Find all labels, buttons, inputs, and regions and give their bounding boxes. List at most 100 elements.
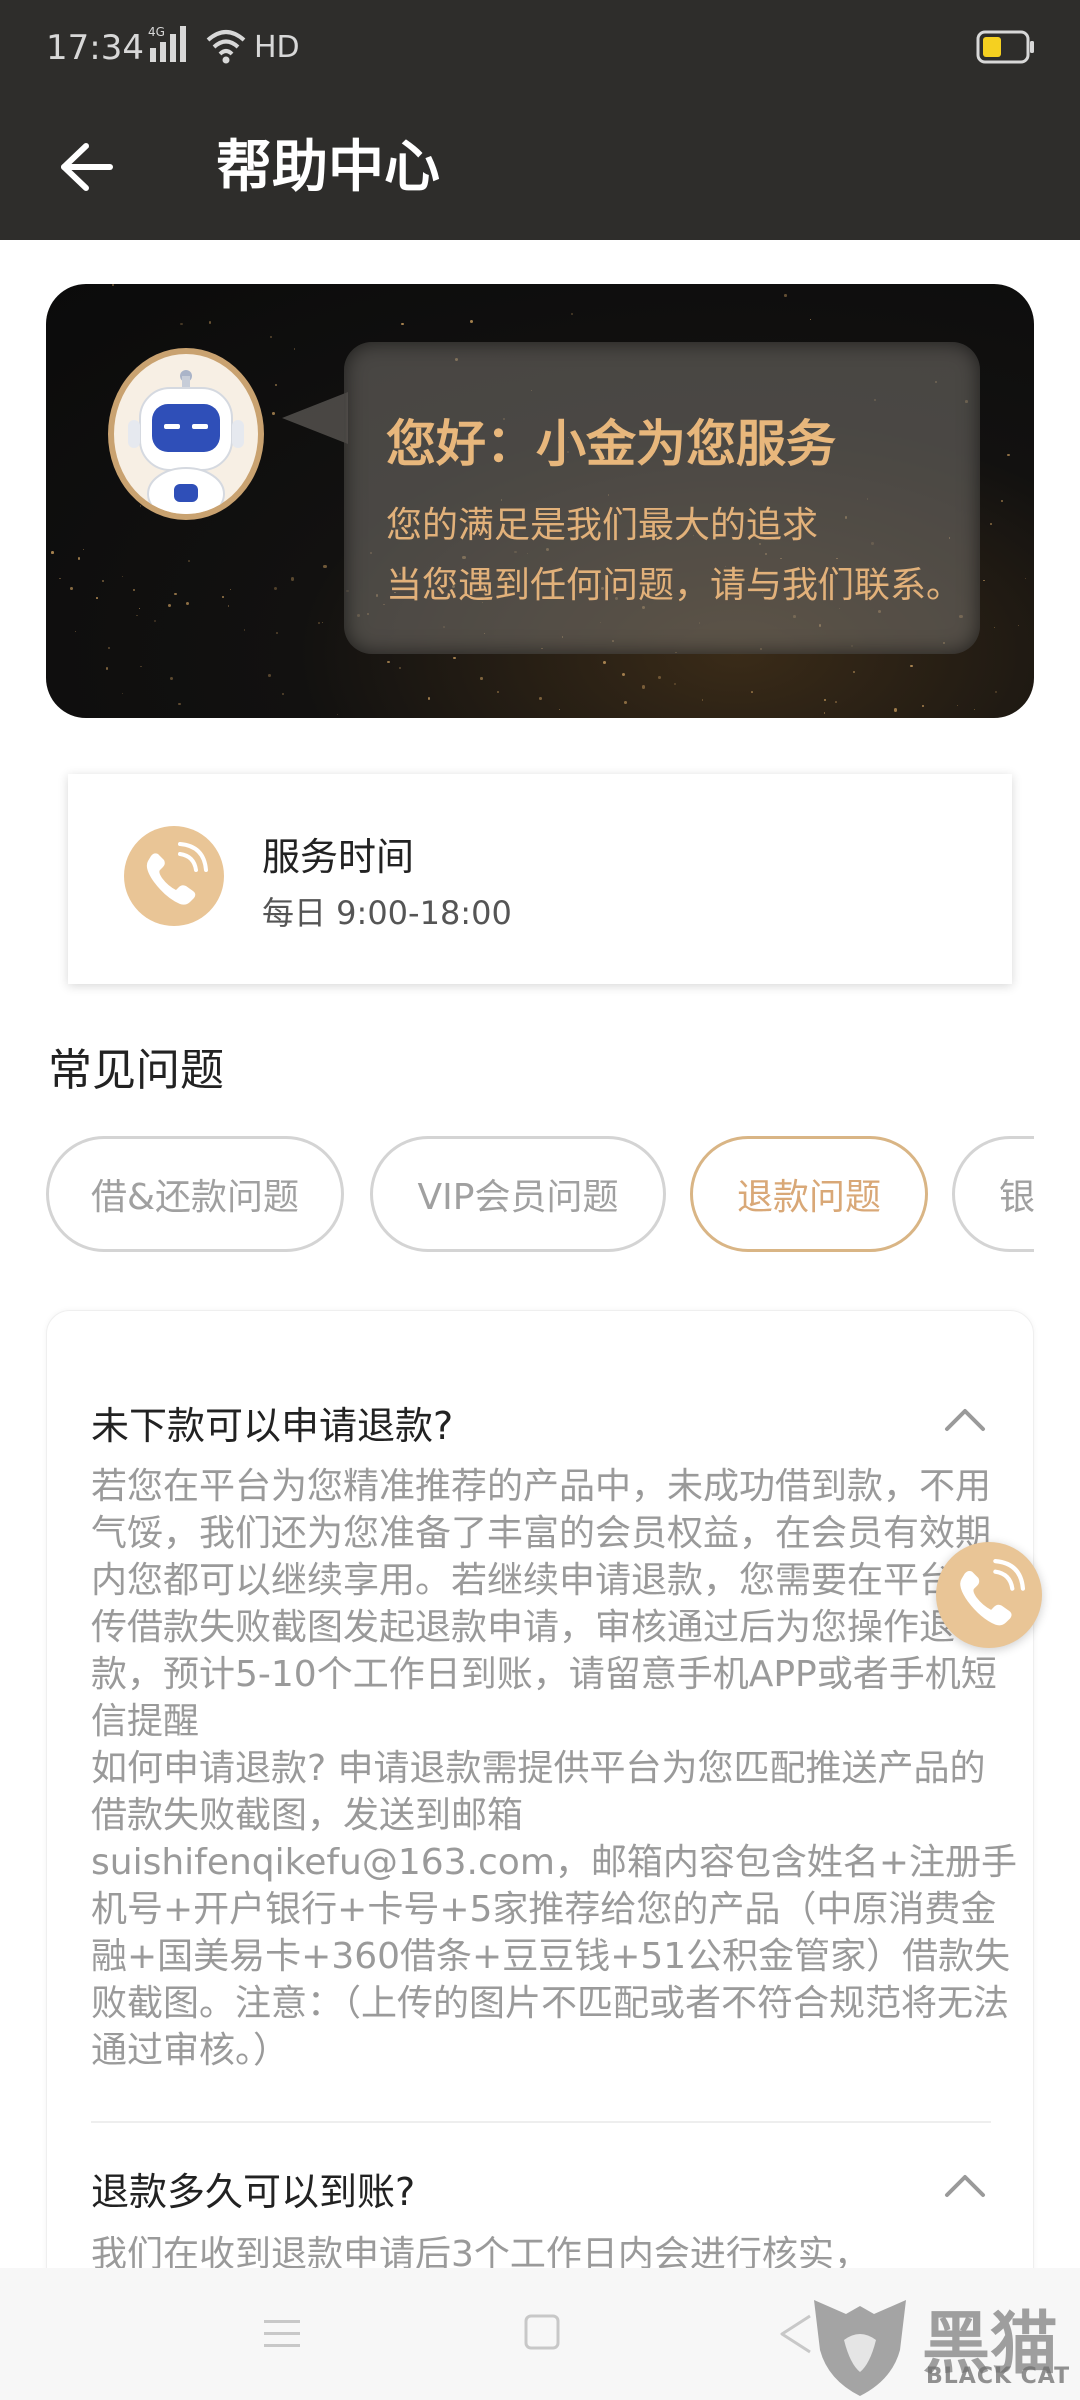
black-cat-watermark: 黑猫 BLACK CAT bbox=[800, 2280, 1080, 2400]
sparkle-dot bbox=[909, 664, 913, 668]
sparkle-dot bbox=[469, 320, 473, 324]
sparkle-dot bbox=[995, 691, 997, 693]
wifi-icon bbox=[206, 30, 246, 64]
sparkle-dot bbox=[74, 630, 77, 633]
chevron-up-icon[interactable] bbox=[941, 2169, 989, 2201]
tab-borrow-repay[interactable]: 借&还款问题 bbox=[46, 1136, 344, 1252]
svg-text:4G: 4G bbox=[148, 25, 165, 39]
sparkle-dot bbox=[322, 621, 324, 624]
floating-call-button[interactable] bbox=[936, 1542, 1042, 1648]
sparkle-dot bbox=[784, 294, 787, 297]
sparkle-dot bbox=[169, 676, 173, 680]
menu-icon[interactable] bbox=[262, 2314, 302, 2354]
faq-heading: 常见问题 bbox=[48, 1045, 224, 1096]
sparkle-dot bbox=[559, 708, 561, 710]
sparkle-dot bbox=[122, 692, 124, 694]
sparkle-dot bbox=[275, 632, 278, 635]
sparkle-dot bbox=[922, 704, 925, 707]
sparkle-dot bbox=[136, 614, 139, 617]
sparkle-dot bbox=[293, 348, 296, 350]
faq-divider bbox=[91, 2121, 991, 2123]
service-hours-card[interactable]: 服务时间 每日 9:00-18:00 bbox=[68, 774, 1012, 984]
sparkle-dot bbox=[957, 704, 959, 706]
sparkle-dot bbox=[702, 699, 704, 701]
phone-icon bbox=[960, 1558, 1026, 1626]
sparkle-dot bbox=[178, 702, 181, 706]
sparkle-dot bbox=[208, 321, 212, 325]
sparkle-dot bbox=[823, 698, 827, 702]
speech-bubble-tail bbox=[282, 392, 348, 444]
faq-answer-1: 若您在平台为您精准推荐的产品中，未成功借到款，不用气馁，我们还为您准备了丰富的会… bbox=[91, 1466, 1018, 2071]
sparkle-dot bbox=[427, 697, 431, 700]
sparkle-dot bbox=[823, 712, 826, 714]
robot-avatar-icon-graphic bbox=[128, 370, 244, 514]
sparkle-dot bbox=[77, 556, 81, 560]
sparkle-dot bbox=[269, 335, 273, 339]
tab-refund[interactable]: 退款问题 bbox=[690, 1136, 928, 1252]
faq-question-1[interactable]: 未下款可以申请退款? bbox=[91, 1395, 453, 1450]
sparkle-dot bbox=[1001, 499, 1004, 502]
sparkle-dot bbox=[281, 693, 284, 696]
sparkle-dot bbox=[809, 318, 812, 321]
sparkle-dot bbox=[750, 690, 753, 693]
sparkle-dot bbox=[51, 551, 54, 554]
banner-line-2: 当您遇到任何问题，请与我们联系。 bbox=[386, 565, 963, 606]
battery-icon bbox=[976, 30, 1034, 64]
home-square-icon[interactable] bbox=[522, 2312, 562, 2352]
sparkle-dot bbox=[188, 560, 190, 563]
chevron-up-icon[interactable] bbox=[941, 1403, 989, 1435]
sparkle-dot bbox=[323, 564, 327, 569]
sparkle-dot bbox=[243, 628, 246, 631]
faq-list: 未下款可以申请退款? 若您在平台为您精准推荐的产品中，未成功借到款，不用气馁，我… bbox=[46, 1310, 1034, 2400]
faq-question-2[interactable]: 退款多久可以到账? bbox=[91, 2161, 415, 2216]
sparkle-dot bbox=[624, 701, 628, 705]
sparkle-dot bbox=[853, 670, 856, 673]
sparkle-dot bbox=[185, 602, 190, 606]
sparkle-dot bbox=[274, 383, 278, 386]
robot-avatar-icon bbox=[108, 348, 264, 520]
sparkle-dot bbox=[108, 647, 111, 650]
sparkle-dot bbox=[230, 588, 232, 590]
sparkle-dot bbox=[222, 595, 225, 598]
sparkle-dot bbox=[70, 586, 73, 590]
sparkle-dot bbox=[453, 656, 456, 660]
status-time: 17:34 bbox=[46, 28, 144, 68]
sparkle-dot bbox=[105, 667, 108, 670]
status-bar: 17:34 4G HD bbox=[0, 0, 1080, 96]
sparkle-dot bbox=[657, 676, 661, 679]
tab-bank[interactable]: 银 bbox=[952, 1136, 1034, 1252]
banner-line-1: 您的满足是我们最大的追求 bbox=[386, 505, 819, 546]
sparkle-dot bbox=[318, 621, 321, 624]
sparkle-dot bbox=[268, 674, 271, 678]
sparkle-dot bbox=[96, 597, 99, 600]
sparkle-dot bbox=[602, 661, 606, 664]
sparkle-dot bbox=[133, 588, 136, 592]
sparkle-dot bbox=[990, 522, 993, 525]
sparkle-dot bbox=[673, 683, 676, 686]
sparkle-dot bbox=[973, 708, 976, 710]
arrow-left-icon[interactable] bbox=[52, 134, 118, 200]
sparkle-dot bbox=[82, 548, 84, 550]
watermark-text-en: BLACK CAT bbox=[926, 2364, 1071, 2389]
service-hours: 每日 9:00-18:00 bbox=[262, 894, 512, 932]
sparkle-dot bbox=[168, 604, 172, 608]
sparkle-dot bbox=[570, 312, 574, 316]
sparkle-dot bbox=[983, 579, 985, 582]
tab-vip[interactable]: VIP会员问题 bbox=[370, 1136, 666, 1252]
cat-shield-logo-icon bbox=[814, 2300, 906, 2396]
sparkle-dot bbox=[139, 505, 142, 508]
sparkle-dot bbox=[401, 322, 404, 325]
sparkle-dot bbox=[894, 708, 898, 712]
hd-indicator: HD bbox=[254, 30, 300, 65]
sparkle-dot bbox=[138, 607, 140, 609]
welcome-banner: 您好：小金为您服务 您的满足是我们最大的追求 当您遇到任何问题，请与我们联系。 bbox=[46, 284, 1034, 718]
sparkle-dot bbox=[336, 713, 338, 715]
sparkle-dot bbox=[140, 665, 142, 668]
page-title: 帮助中心 bbox=[216, 135, 440, 200]
service-title: 服务时间 bbox=[262, 835, 415, 879]
app-bar: 帮助中心 bbox=[0, 96, 1080, 240]
sparkle-dot bbox=[1017, 625, 1019, 627]
sparkle-dot bbox=[1024, 577, 1026, 580]
sparkle-dot bbox=[153, 620, 156, 623]
banner-greeting: 您好：小金为您服务 bbox=[386, 415, 836, 473]
